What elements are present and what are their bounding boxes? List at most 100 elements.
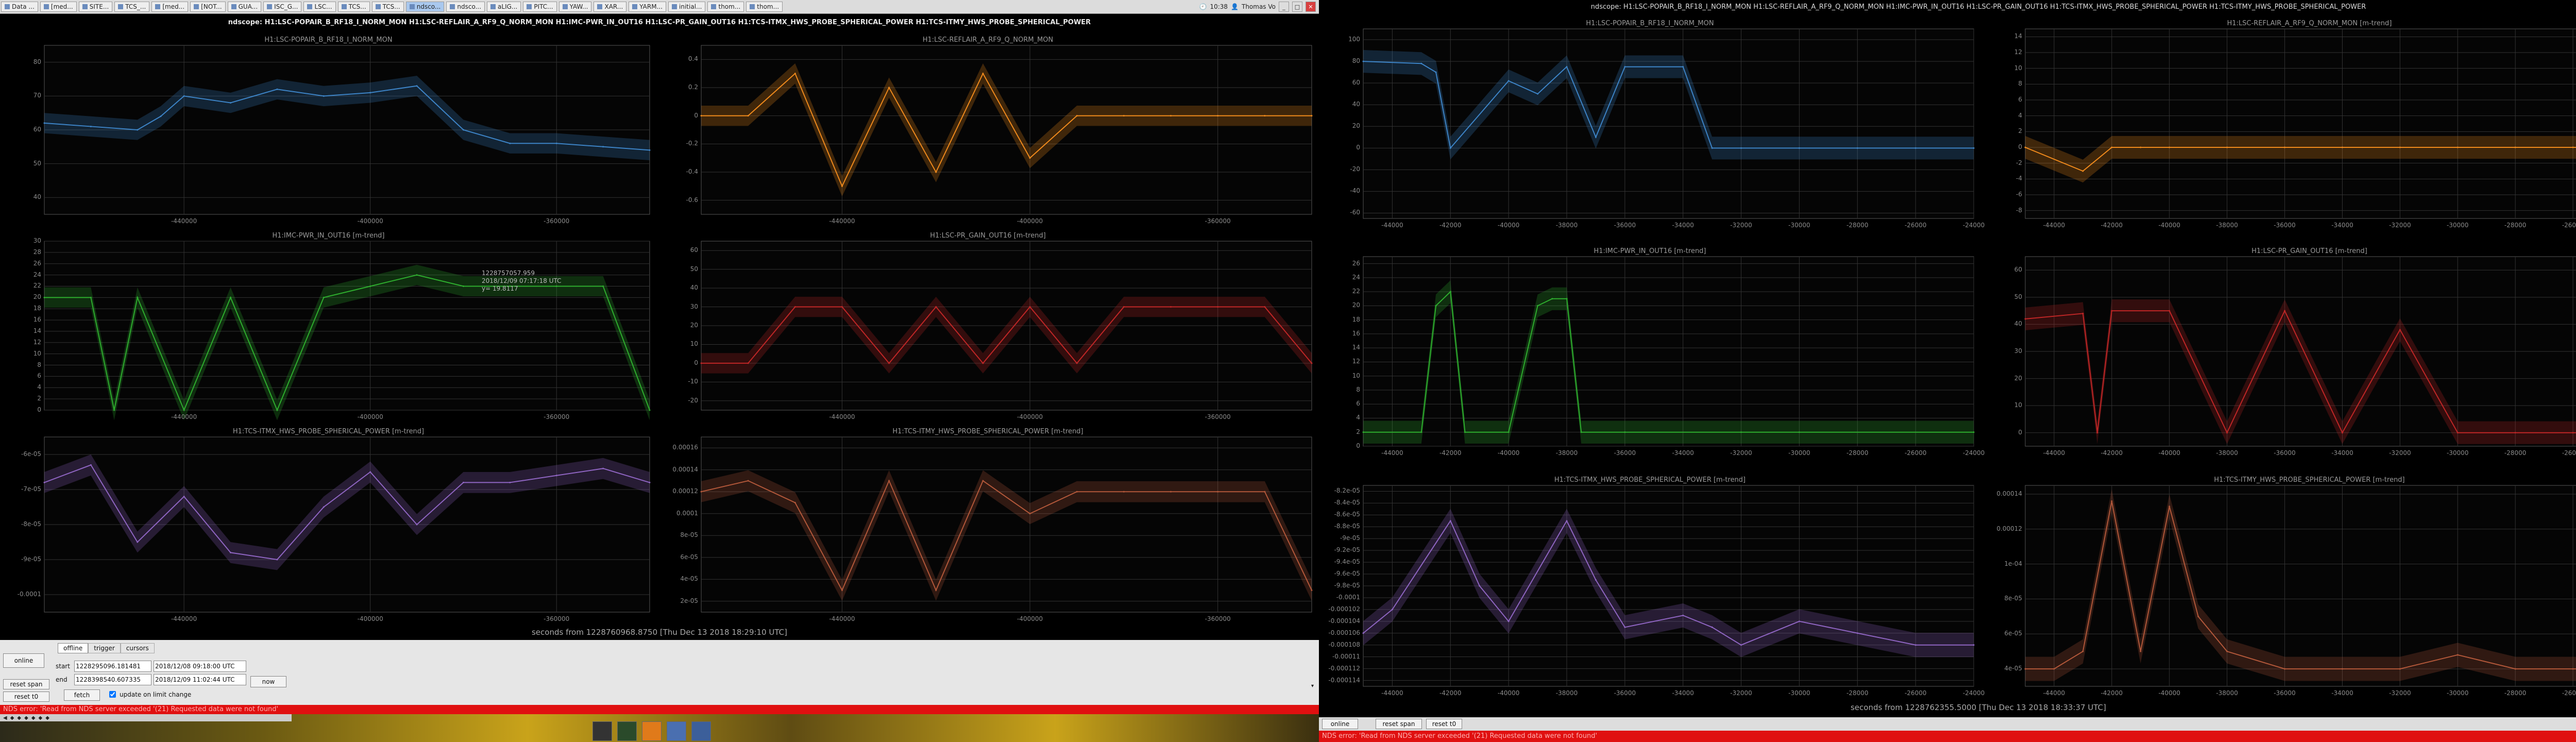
reset-span-button[interactable]: reset span bbox=[3, 679, 49, 689]
maximize-button[interactable]: □ bbox=[1292, 2, 1302, 12]
taskbar-item[interactable]: LSC... bbox=[303, 2, 336, 12]
chart-panel[interactable]: H1:LSC-POPAIR_B_RF18_I_NORM_MON 80 70 60 50 4… bbox=[0, 34, 657, 230]
chart-svg[interactable] bbox=[0, 426, 657, 628]
taskbar-item[interactable]: ndsco... bbox=[446, 2, 485, 12]
chart-panel[interactable]: H1:LSC-REFLAIR_A_RF9_Q_NORM_MON 0.4 0.2 0 -0… bbox=[657, 34, 1319, 230]
online-button[interactable]: online bbox=[3, 653, 44, 668]
data-point bbox=[1624, 626, 1626, 628]
right-online-button[interactable]: online bbox=[1322, 719, 1358, 729]
chart-panel[interactable]: H1:TCS-ITMY_HWS_PROBE_SPHERICAL_POWER [m… bbox=[657, 426, 1319, 628]
chart-panel[interactable]: H1:IMC-PWR_IN_OUT16 [m-trend] 30 28 26 24 22 2… bbox=[0, 230, 657, 426]
tab-cursors[interactable]: cursors bbox=[120, 643, 155, 653]
data-point bbox=[2341, 668, 2343, 670]
taskbar-item[interactable]: TCS... bbox=[371, 2, 404, 12]
plot-area[interactable] bbox=[1363, 256, 1974, 447]
taskbar-item[interactable]: aLIG... bbox=[487, 2, 521, 12]
chart-svg[interactable] bbox=[1319, 245, 1981, 462]
minimize-button[interactable]: _ bbox=[1279, 2, 1289, 12]
fetch-button[interactable]: fetch bbox=[64, 689, 100, 701]
chart-svg[interactable] bbox=[0, 34, 657, 230]
reset-t0-button[interactable]: reset t0 bbox=[3, 692, 49, 702]
chart-svg[interactable] bbox=[1981, 474, 2576, 702]
data-point bbox=[416, 524, 418, 526]
y-tick-label: 12 bbox=[2014, 48, 2022, 56]
taskbar-item[interactable]: ndsco... bbox=[405, 2, 445, 12]
editor-app-icon[interactable] bbox=[667, 721, 686, 741]
taskbar-item[interactable]: XAR... bbox=[594, 2, 627, 12]
tray-icon-5[interactable]: ◆ bbox=[31, 715, 36, 721]
data-point bbox=[2226, 432, 2228, 434]
end-utc-input[interactable] bbox=[154, 674, 246, 685]
chart-panel[interactable]: H1:IMC-PWR_IN_OUT16 [m-trend] 26 24 22 20 18 1… bbox=[1319, 245, 1985, 462]
right-reset-span-button[interactable]: reset span bbox=[1376, 719, 1422, 729]
document-app-icon[interactable] bbox=[642, 721, 662, 741]
plot-area[interactable] bbox=[44, 241, 650, 411]
data-point bbox=[2024, 668, 2026, 670]
close-button[interactable]: ✕ bbox=[1306, 2, 1316, 12]
data-point bbox=[747, 480, 749, 482]
update-on-limit-checkbox[interactable] bbox=[109, 691, 116, 698]
chart-panel[interactable]: H1:TCS-ITMX_HWS_PROBE_SPHERICAL_POWER [m… bbox=[0, 426, 657, 628]
chart-svg[interactable] bbox=[657, 426, 1319, 628]
now-button[interactable]: now bbox=[250, 676, 286, 687]
chart-panel[interactable]: H1:LSC-PR_GAIN_OUT16 [m-trend] 60 50 40 30 20… bbox=[657, 230, 1319, 426]
plot-area[interactable] bbox=[701, 436, 1312, 613]
window-app-icon bbox=[231, 4, 236, 9]
taskbar-item[interactable]: YARM... bbox=[629, 2, 667, 12]
data-point bbox=[2341, 146, 2343, 148]
data-point bbox=[1914, 644, 1917, 646]
chart-svg[interactable] bbox=[657, 34, 1319, 230]
taskbar-item[interactable]: TCS... bbox=[337, 2, 370, 12]
start-utc-input[interactable] bbox=[154, 661, 246, 672]
taskbar-item[interactable]: [med... bbox=[151, 2, 189, 12]
chart-svg[interactable] bbox=[1981, 18, 2576, 234]
y-tick-label: 2 bbox=[1356, 428, 1360, 435]
tab-trigger[interactable]: trigger bbox=[88, 643, 121, 653]
chart-panel[interactable]: H1:TCS-ITMY_HWS_PROBE_SPHERICAL_POWER [m… bbox=[1981, 474, 2576, 702]
resize-grip-icon[interactable]: ▾ bbox=[1311, 683, 1314, 689]
taskbar-item[interactable]: TCS_... bbox=[114, 2, 150, 12]
taskbar-item[interactable]: [NOT... bbox=[190, 2, 226, 12]
online-label: online bbox=[14, 657, 33, 664]
monitor-app-icon[interactable] bbox=[617, 721, 637, 741]
chart-panel[interactable]: H1:TCS-ITMX_HWS_PROBE_SPHERICAL_POWER [m… bbox=[1319, 474, 1985, 702]
chart-svg[interactable] bbox=[0, 230, 657, 426]
taskbar-item[interactable]: initial... bbox=[668, 2, 706, 12]
taskbar-item[interactable]: ISC_G... bbox=[263, 2, 302, 12]
tray-icon-6[interactable]: ◆ bbox=[39, 715, 43, 721]
y-tick-label: -9.4e-05 bbox=[1334, 558, 1360, 566]
chart-svg[interactable] bbox=[657, 230, 1319, 426]
data-point bbox=[137, 541, 139, 543]
taskbar-item[interactable]: [med... bbox=[40, 2, 77, 12]
tab-offline[interactable]: offline bbox=[58, 643, 89, 653]
chart-svg[interactable] bbox=[1319, 474, 1981, 702]
terminal-app-icon[interactable] bbox=[592, 721, 612, 741]
chart-panel[interactable]: H1:LSC-REFLAIR_A_RF9_Q_NORM_MON [m-trend… bbox=[1981, 18, 2576, 234]
taskbar-item[interactable]: Data ... bbox=[1, 2, 38, 12]
taskbar-item[interactable]: thom... bbox=[707, 2, 744, 12]
plot-area[interactable] bbox=[2025, 28, 2576, 219]
taskbar-item[interactable]: SITE... bbox=[78, 2, 113, 12]
tray-icon-3[interactable]: ◆ bbox=[17, 715, 21, 721]
chart-panel[interactable]: H1:LSC-PR_GAIN_OUT16 [m-trend] 60 50 40 30 20… bbox=[1981, 245, 2576, 462]
tray-icon-2[interactable]: ◆ bbox=[10, 715, 14, 721]
chart-svg[interactable] bbox=[1319, 18, 1981, 234]
data-point bbox=[982, 362, 984, 364]
taskbar-item[interactable]: YAW... bbox=[558, 2, 592, 12]
taskbar-items: Data ... [med... SITE... TCS_... [med... [NOT… bbox=[0, 2, 784, 12]
x-tick-label: -38000 bbox=[1555, 449, 1578, 457]
end-gps-input[interactable] bbox=[74, 674, 151, 685]
right-reset-t0-button[interactable]: reset t0 bbox=[1426, 719, 1462, 729]
tray-icon-7[interactable]: ◆ bbox=[45, 715, 49, 721]
folder-app-icon[interactable] bbox=[691, 721, 711, 741]
taskbar-item[interactable]: thom... bbox=[746, 2, 783, 12]
tray-icon-4[interactable]: ◆ bbox=[24, 715, 28, 721]
taskbar-item[interactable]: PITC... bbox=[523, 2, 557, 12]
bottom-toolbar: ◀ ◆ ◆ ◆ ◆ ◆ ◆ bbox=[0, 714, 292, 721]
taskbar-item[interactable]: GUA... bbox=[227, 2, 262, 12]
chart-svg[interactable] bbox=[1981, 245, 2576, 462]
start-gps-input[interactable] bbox=[74, 661, 151, 672]
chart-panel[interactable]: H1:LSC-POPAIR_B_RF18_I_NORM_MON 100 80 60 40… bbox=[1319, 18, 1985, 234]
taskbar-item-label: TCS_... bbox=[125, 3, 146, 10]
tray-icon-1[interactable]: ◀ bbox=[3, 715, 7, 721]
